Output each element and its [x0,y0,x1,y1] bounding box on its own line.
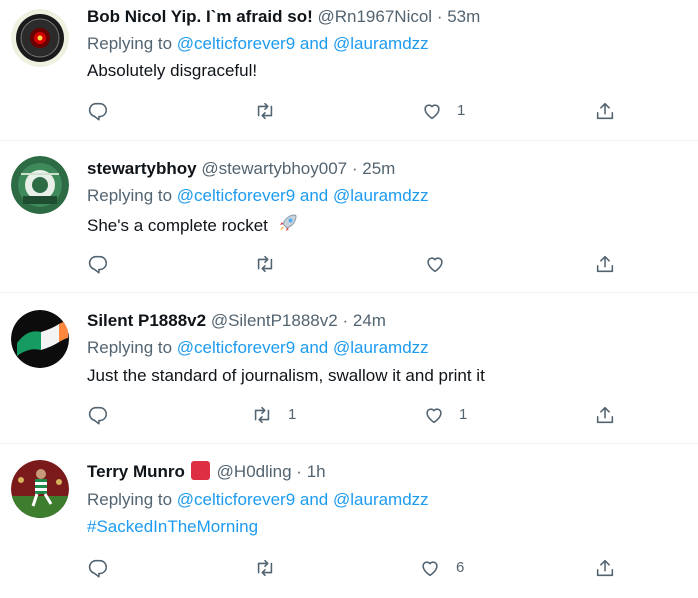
retweet-button[interactable] [253,556,277,580]
like-button[interactable] [423,252,447,276]
reply-and: and [299,186,329,205]
share-button[interactable] [593,556,617,580]
action-bar [0,252,698,278]
share-button[interactable] [593,403,617,427]
share-icon [596,559,614,577]
share-button[interactable] [593,252,617,276]
avatar[interactable] [11,156,69,214]
reply-icon [88,255,108,274]
reply-icon [88,102,108,121]
reply-button[interactable] [86,252,110,276]
handle[interactable]: @SilentP1888v2 [211,311,338,330]
tweet-2[interactable]: stewartybhoy @stewartybhoy007 · 25m Repl… [0,141,698,293]
footballer-avatar-icon [11,460,69,518]
replying-prefix: Replying to [87,186,173,205]
celtic-crest-avatar-icon [11,156,69,214]
tweet-4[interactable]: Terry Munro @H0dling · 1h Replying to @c… [0,444,698,598]
separator-dot: · [296,462,302,481]
handle[interactable]: @H0dling [217,462,292,481]
tweet-text-container: She's a complete rocket [87,212,299,240]
hashtag-link[interactable]: #SackedInTheMorning [87,516,258,538]
reply-icon [88,559,108,578]
reply-button[interactable] [86,556,110,580]
avatar[interactable] [11,310,69,368]
retweet-icon [257,102,273,120]
tweet-header: Terry Munro @H0dling · 1h [87,461,326,483]
tweet-text: Just the standard of journalism, swallow… [87,366,485,385]
retweet-count: 1 [288,406,297,423]
display-name[interactable]: stewartybhoy [87,159,197,178]
reply-icon [88,406,108,425]
like-icon [426,408,442,424]
tweet-3[interactable]: Silent P1888v2 @SilentP1888v2 · 24m Repl… [0,293,698,444]
separator-dot: · [436,7,443,26]
replying-to: Replying to @celticforever9 and @lauramd… [87,489,429,511]
share-icon [596,255,614,273]
tweet-text: She's a complete rocket [87,216,268,235]
separator-dot: · [342,311,349,330]
reply-and: and [299,34,329,53]
rocket-emoji-icon [277,212,299,240]
reply-mention-1[interactable]: @celticforever9 [177,34,295,53]
tweet-header: stewartybhoy @stewartybhoy007 · 25m [87,158,395,180]
reply-mention-2[interactable]: @lauramdzz [333,34,429,53]
display-name[interactable]: Silent P1888v2 [87,311,206,330]
tweet-header: Silent P1888v2 @SilentP1888v2 · 24m [87,310,386,332]
reply-and: and [299,490,329,509]
replying-to: Replying to @celticforever9 and @lauramd… [87,33,429,55]
like-icon [427,257,443,273]
tweet-header: Bob Nicol Yip. I`m afraid so! @Rn1967Nic… [87,6,480,28]
like-icon [422,561,438,577]
action-bar: 1 1 [0,403,698,429]
timestamp[interactable]: 25m [362,159,395,178]
handle[interactable]: @Rn1967Nicol [317,7,432,26]
retweet-icon [257,559,273,577]
separator-dot: · [351,159,358,178]
reply-button[interactable] [86,99,110,123]
timestamp[interactable]: 53m [447,7,480,26]
share-button[interactable] [593,99,617,123]
like-count: 6 [456,559,465,576]
hal-avatar-icon [11,9,69,67]
like-button[interactable] [418,556,442,580]
avatar[interactable] [11,9,69,67]
reply-button[interactable] [86,403,110,427]
reply-mention-1[interactable]: @celticforever9 [177,338,295,357]
tweet-1[interactable]: Bob Nicol Yip. I`m afraid so! @Rn1967Nic… [0,0,698,141]
reply-mention-2[interactable]: @lauramdzz [333,186,429,205]
reply-mention-1[interactable]: @celticforever9 [177,186,295,205]
reply-mention-2[interactable]: @lauramdzz [333,490,429,509]
display-name[interactable]: Terry Munro [87,462,185,481]
like-count: 1 [459,406,468,423]
red-square-emoji-icon [190,461,210,480]
retweet-icon [257,255,273,273]
timestamp[interactable]: 24m [353,311,386,330]
retweet-icon [254,406,270,424]
reply-and: and [299,338,329,357]
like-icon [424,104,440,120]
share-icon [596,102,614,120]
like-count: 1 [457,102,466,119]
replying-to: Replying to @celticforever9 and @lauramd… [87,337,429,359]
action-bar: 1 [0,99,698,125]
action-bar: 6 [0,556,698,582]
like-button[interactable] [420,99,444,123]
like-button[interactable] [422,403,446,427]
retweet-button[interactable] [253,99,277,123]
retweet-button[interactable] [253,252,277,276]
reply-mention-2[interactable]: @lauramdzz [333,338,429,357]
share-icon [596,406,614,424]
retweet-button[interactable] [250,403,274,427]
reply-mention-1[interactable]: @celticforever9 [177,490,295,509]
timestamp[interactable]: 1h [307,462,326,481]
irish-flag-avatar-icon [11,310,69,368]
replying-prefix: Replying to [87,338,173,357]
tweet-text: Absolutely disgraceful! [87,61,258,80]
replying-prefix: Replying to [87,490,173,509]
display-name[interactable]: Bob Nicol Yip. I`m afraid so! [87,7,313,26]
replying-to: Replying to @celticforever9 and @lauramd… [87,185,429,207]
replying-prefix: Replying to [87,34,173,53]
avatar[interactable] [11,460,69,518]
handle[interactable]: @stewartybhoy007 [201,159,347,178]
